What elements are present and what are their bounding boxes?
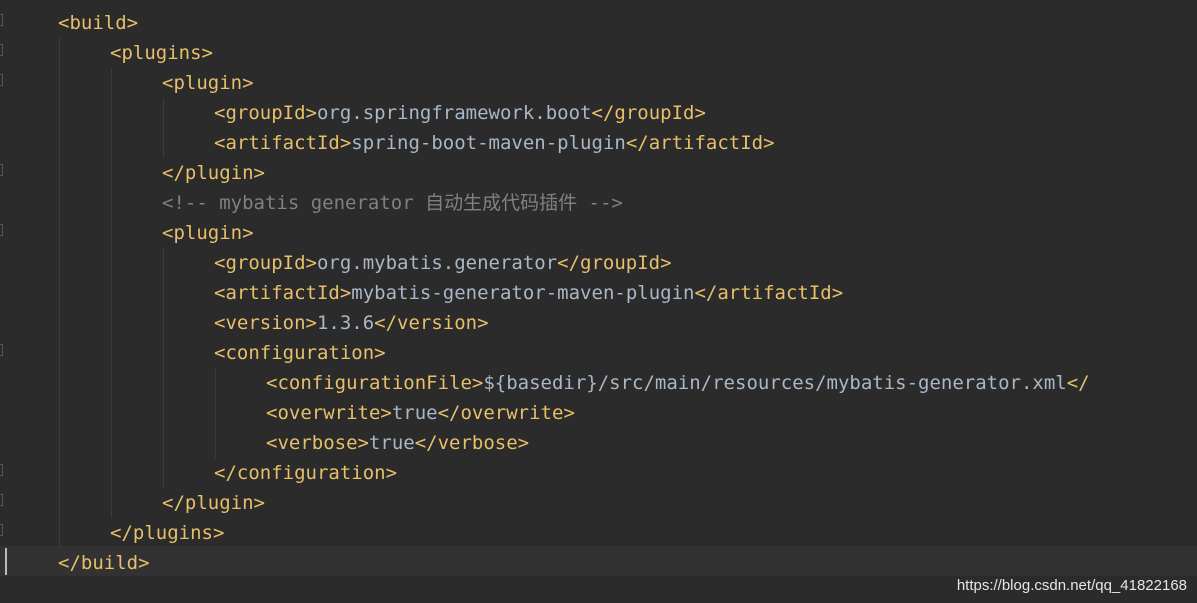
xml-close-tag: </verbose> <box>414 432 530 454</box>
code-line[interactable]: <build> <box>58 8 138 38</box>
code-line[interactable]: </build> <box>58 548 150 578</box>
xml-text: org.springframework.boot <box>316 102 592 124</box>
xml-comment: <!-- mybatis generator 自动生成代码插件 --> <box>162 192 623 214</box>
fold-marker-icon[interactable] <box>0 344 3 356</box>
xml-close-tag: </artifactId> <box>625 132 775 154</box>
xml-text: spring-boot-maven-plugin <box>351 132 626 154</box>
code-line[interactable]: <plugins> <box>110 38 213 68</box>
xml-open-tag: <configurationFile> <box>266 372 484 394</box>
xml-open-tag: <artifactId> <box>214 282 352 304</box>
xml-open-tag: <overwrite> <box>266 402 392 424</box>
xml-text: ${basedir}/src/main/resources/mybatis-ge… <box>483 372 1067 394</box>
xml-close-tag: </groupId> <box>557 252 672 274</box>
indent-guide <box>163 98 164 158</box>
xml-tag: </plugin> <box>162 492 265 514</box>
code-line[interactable]: <groupId>org.springframework.boot</group… <box>214 98 706 128</box>
fold-marker-icon[interactable] <box>0 164 3 176</box>
xml-open-tag: <groupId> <box>214 252 317 274</box>
code-line[interactable]: <!-- mybatis generator 自动生成代码插件 --> <box>162 188 623 218</box>
code-line[interactable]: <configurationFile>${basedir}/src/main/r… <box>266 368 1090 398</box>
xml-tag: </configuration> <box>214 462 398 484</box>
code-line[interactable]: <groupId>org.mybatis.generator</groupId> <box>214 248 672 278</box>
code-line[interactable]: </plugins> <box>110 518 224 548</box>
code-line[interactable]: <plugin> <box>162 218 254 248</box>
code-line[interactable]: <version>1.3.6</version> <box>214 308 489 338</box>
code-line[interactable]: </configuration> <box>214 458 397 488</box>
xml-close-tag: </overwrite> <box>437 402 575 424</box>
fold-marker-icon[interactable] <box>0 14 3 26</box>
xml-text: true <box>391 402 438 424</box>
xml-text: 1.3.6 <box>316 312 375 334</box>
xml-open-tag: <groupId> <box>214 102 317 124</box>
fold-marker-icon[interactable] <box>0 224 3 236</box>
code-editor[interactable]: <build> <plugins> <plugin> <groupId>org.… <box>0 0 1197 603</box>
code-line[interactable]: </plugin> <box>162 488 265 518</box>
xml-tag: </build> <box>58 552 150 574</box>
xml-close-tag: </ <box>1066 372 1090 394</box>
code-line[interactable]: <plugin> <box>162 68 254 98</box>
fold-marker-icon[interactable] <box>0 464 3 476</box>
current-line-highlight <box>0 546 1197 576</box>
xml-close-tag: </artifactId> <box>694 282 844 304</box>
xml-tag: <build> <box>58 12 139 34</box>
xml-text: true <box>368 432 415 454</box>
fold-marker-icon[interactable] <box>0 494 3 506</box>
xml-tag: <plugin> <box>162 222 254 244</box>
editor-gutter <box>0 0 10 603</box>
fold-marker-icon[interactable] <box>0 44 3 56</box>
xml-text: org.mybatis.generator <box>316 252 558 274</box>
code-line[interactable]: <configuration> <box>214 338 386 368</box>
xml-tag: </plugin> <box>162 162 265 184</box>
xml-open-tag: <artifactId> <box>214 132 352 154</box>
xml-open-tag: <verbose> <box>266 432 369 454</box>
xml-tag: <plugins> <box>110 42 213 64</box>
xml-text: mybatis-generator-maven-plugin <box>351 282 695 304</box>
indent-guide <box>215 368 216 458</box>
code-line[interactable]: <overwrite>true</overwrite> <box>266 398 575 428</box>
xml-close-tag: </version> <box>374 312 489 334</box>
indent-guide <box>111 68 112 518</box>
xml-tag: </plugins> <box>110 522 225 544</box>
code-line[interactable]: <verbose>true</verbose> <box>266 428 529 458</box>
indent-guide <box>59 38 60 548</box>
xml-open-tag: <version> <box>214 312 317 334</box>
fold-marker-icon[interactable] <box>0 524 3 536</box>
xml-tag: <plugin> <box>162 72 254 94</box>
code-line[interactable]: </plugin> <box>162 158 265 188</box>
xml-tag: <configuration> <box>214 342 386 364</box>
code-line[interactable]: <artifactId>spring-boot-maven-plugin</ar… <box>214 128 775 158</box>
code-line[interactable]: <artifactId>mybatis-generator-maven-plug… <box>214 278 843 308</box>
indent-guide <box>163 248 164 488</box>
xml-close-tag: </groupId> <box>591 102 706 124</box>
fold-marker-icon[interactable] <box>0 74 3 86</box>
watermark: https://blog.csdn.net/qq_41822168 <box>956 577 1187 594</box>
